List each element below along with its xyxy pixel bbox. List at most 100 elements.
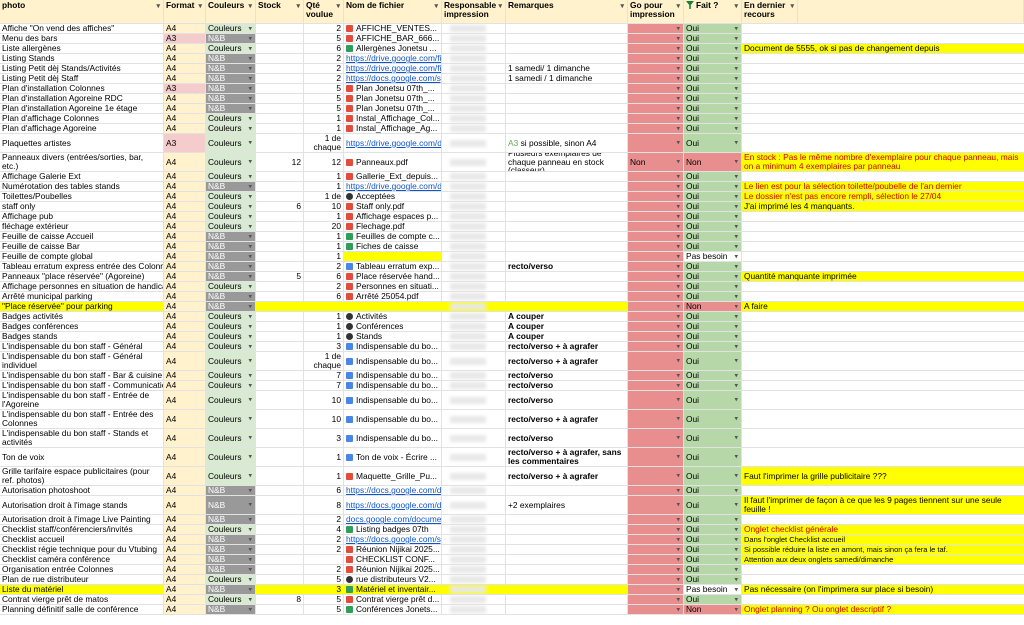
- cell-go-pour-impression[interactable]: [628, 172, 684, 181]
- cell-format[interactable]: A4: [164, 192, 206, 201]
- cell-photo[interactable]: Affichage personnes en situation de hand…: [0, 282, 164, 291]
- cell-couleurs[interactable]: N&B: [206, 555, 256, 564]
- cell-fait[interactable]: Oui: [684, 555, 742, 564]
- cell-en-dernier-recours[interactable]: [742, 242, 1024, 251]
- cell-fait[interactable]: Oui: [684, 74, 742, 83]
- cell-en-dernier-recours[interactable]: [742, 232, 1024, 241]
- cell-go-pour-impression[interactable]: [628, 302, 684, 311]
- cell-format[interactable]: A4: [164, 545, 206, 554]
- cell-format[interactable]: A4: [164, 565, 206, 574]
- cell-qte[interactable]: 20: [304, 222, 344, 231]
- cell-remark[interactable]: recto/verso: [506, 429, 628, 447]
- filename-text[interactable]: https://drive.google.com/drive/fo: [346, 138, 441, 148]
- cell-fait[interactable]: Oui: [684, 182, 742, 191]
- cell-fait[interactable]: Pas besoin: [684, 252, 742, 261]
- cell-en-dernier-recours[interactable]: [742, 565, 1024, 574]
- cell-en-dernier-recours[interactable]: Le dossier n'est pas encore rempli, séle…: [742, 192, 1024, 201]
- cell-en-dernier-recours[interactable]: Il faut l'imprimer de façon à ce que les…: [742, 496, 1024, 514]
- cell-fait[interactable]: Oui: [684, 272, 742, 281]
- cell-filename[interactable]: https://docs.google.com/spreads: [344, 535, 442, 544]
- cell-couleurs[interactable]: N&B: [206, 535, 256, 544]
- cell-remark[interactable]: [506, 34, 628, 43]
- cell-go-pour-impression[interactable]: [628, 124, 684, 133]
- cell-couleurs[interactable]: Couleurs: [206, 332, 256, 341]
- cell-couleurs[interactable]: N&B: [206, 262, 256, 271]
- cell-go-pour-impression[interactable]: [628, 371, 684, 380]
- cell-responsable[interactable]: [442, 515, 506, 524]
- cell-responsable[interactable]: [442, 202, 506, 211]
- cell-responsable[interactable]: [442, 94, 506, 103]
- cell-photo[interactable]: Liste du matériel: [0, 585, 164, 594]
- cell-qte[interactable]: 1: [304, 232, 344, 241]
- cell-stock[interactable]: [256, 486, 304, 495]
- cell-go-pour-impression[interactable]: [628, 585, 684, 594]
- cell-couleurs[interactable]: N&B: [206, 272, 256, 281]
- cell-photo[interactable]: Organisation entrée Colonnes: [0, 565, 164, 574]
- cell-go-pour-impression[interactable]: [628, 252, 684, 261]
- cell-remark[interactable]: [506, 222, 628, 231]
- cell-fait[interactable]: Oui: [684, 575, 742, 584]
- cell-go-pour-impression[interactable]: [628, 34, 684, 43]
- cell-responsable[interactable]: [442, 272, 506, 281]
- cell-go-pour-impression[interactable]: [628, 212, 684, 221]
- cell-responsable[interactable]: [442, 371, 506, 380]
- cell-couleurs[interactable]: Couleurs: [206, 322, 256, 331]
- cell-go-pour-impression[interactable]: [628, 352, 684, 370]
- cell-responsable[interactable]: [442, 124, 506, 133]
- cell-qte[interactable]: 1: [304, 322, 344, 331]
- cell-qte[interactable]: 3: [304, 342, 344, 351]
- cell-remark[interactable]: [506, 114, 628, 123]
- cell-photo[interactable]: Plan d'affichage Colonnes: [0, 114, 164, 123]
- cell-format[interactable]: A4: [164, 585, 206, 594]
- cell-go-pour-impression[interactable]: [628, 64, 684, 73]
- cell-format[interactable]: A4: [164, 342, 206, 351]
- cell-couleurs[interactable]: Couleurs: [206, 202, 256, 211]
- cell-responsable[interactable]: [442, 302, 506, 311]
- cell-photo[interactable]: Checklist staff/conférenciers/invités: [0, 525, 164, 534]
- cell-qte[interactable]: 4: [304, 525, 344, 534]
- cell-remark[interactable]: +2 exemplaires: [506, 496, 628, 514]
- filter-icon[interactable]: [686, 1, 694, 9]
- column-header-fait[interactable]: Fait ?: [684, 0, 742, 23]
- cell-filename[interactable]: Feuilles de compte c...: [344, 232, 442, 241]
- cell-responsable[interactable]: [442, 525, 506, 534]
- column-header-remark[interactable]: Remarques: [506, 0, 628, 23]
- cell-format[interactable]: A4: [164, 44, 206, 53]
- cell-responsable[interactable]: [442, 565, 506, 574]
- cell-filename[interactable]: Personnes en situati...: [344, 282, 442, 291]
- cell-responsable[interactable]: [442, 555, 506, 564]
- cell-go-pour-impression[interactable]: [628, 94, 684, 103]
- cell-photo[interactable]: Autorisation droit à l'image Live Painti…: [0, 515, 164, 524]
- cell-go-pour-impression[interactable]: [628, 525, 684, 534]
- cell-couleurs[interactable]: Couleurs: [206, 371, 256, 380]
- cell-qte[interactable]: 2: [304, 545, 344, 554]
- cell-en-dernier-recours[interactable]: [742, 342, 1024, 351]
- cell-go-pour-impression[interactable]: [628, 410, 684, 428]
- cell-couleurs[interactable]: Couleurs: [206, 24, 256, 33]
- cell-en-dernier-recours[interactable]: [742, 352, 1024, 370]
- cell-fait[interactable]: Oui: [684, 262, 742, 271]
- cell-remark[interactable]: [506, 192, 628, 201]
- cell-fait[interactable]: Oui: [684, 64, 742, 73]
- cell-format[interactable]: A4: [164, 371, 206, 380]
- cell-go-pour-impression[interactable]: Non: [628, 153, 684, 171]
- cell-format[interactable]: A4: [164, 54, 206, 63]
- cell-photo[interactable]: Tableau erratum express entrée des Colon…: [0, 262, 164, 271]
- cell-stock[interactable]: [256, 282, 304, 291]
- cell-en-dernier-recours[interactable]: [742, 114, 1024, 123]
- cell-filename[interactable]: Staff only.pdf: [344, 202, 442, 211]
- cell-responsable[interactable]: [442, 448, 506, 466]
- cell-stock[interactable]: [256, 24, 304, 33]
- cell-responsable[interactable]: [442, 262, 506, 271]
- cell-go-pour-impression[interactable]: [628, 391, 684, 409]
- cell-remark[interactable]: [506, 565, 628, 574]
- cell-format[interactable]: A4: [164, 272, 206, 281]
- cell-responsable[interactable]: [442, 496, 506, 514]
- cell-stock[interactable]: [256, 74, 304, 83]
- cell-remark[interactable]: [506, 595, 628, 604]
- cell-qte[interactable]: 2: [304, 535, 344, 544]
- cell-couleurs[interactable]: Couleurs: [206, 134, 256, 152]
- cell-stock[interactable]: [256, 575, 304, 584]
- cell-remark[interactable]: [506, 24, 628, 33]
- cell-remark[interactable]: recto/verso: [506, 262, 628, 271]
